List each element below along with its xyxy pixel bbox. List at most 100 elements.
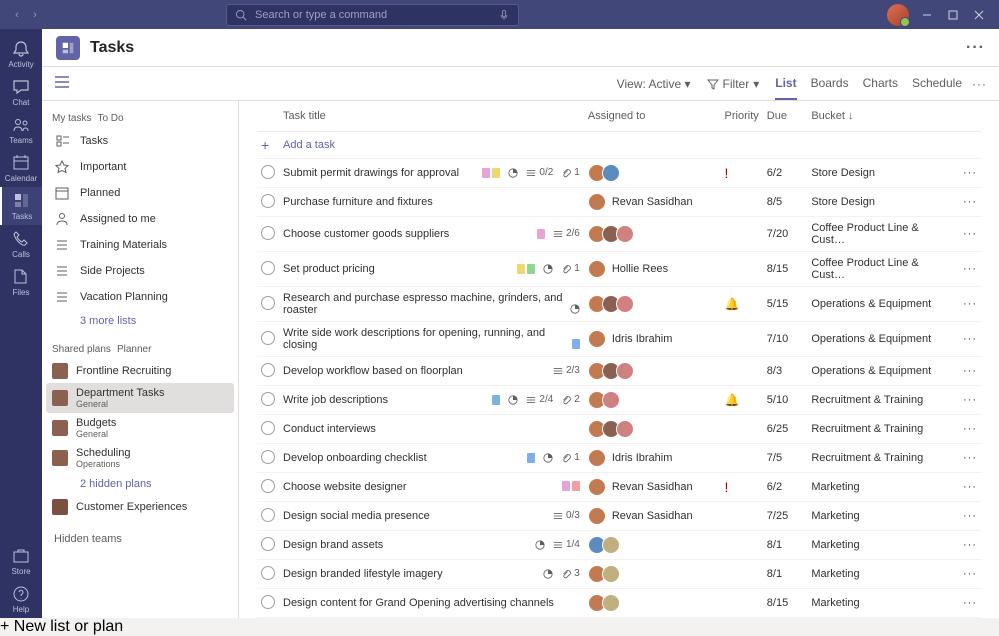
- row-more-icon[interactable]: ···: [957, 444, 981, 473]
- task-row[interactable]: Choose website designerRevan Sasidhan!6/…: [257, 473, 981, 502]
- sidebar-list-tasks[interactable]: Tasks: [46, 128, 234, 154]
- col-title[interactable]: Task title: [279, 101, 584, 132]
- new-list-button[interactable]: + New list or plan: [0, 618, 999, 636]
- complete-circle[interactable]: [261, 537, 275, 551]
- task-due: 8/1: [763, 531, 808, 560]
- tab-list[interactable]: List: [775, 68, 796, 100]
- minimize-icon[interactable]: [921, 9, 933, 21]
- mic-icon[interactable]: [498, 9, 510, 21]
- close-icon[interactable]: [973, 9, 985, 21]
- help-icon: [12, 585, 30, 603]
- complete-circle[interactable]: [261, 421, 275, 435]
- hidden-teams-label[interactable]: Hidden teams: [46, 527, 234, 551]
- row-more-icon[interactable]: ···: [957, 386, 981, 415]
- tab-schedule[interactable]: Schedule: [912, 68, 962, 100]
- sidebar-plan-department-tasks[interactable]: Department TasksGeneral: [46, 383, 234, 413]
- row-more-icon[interactable]: ···: [957, 217, 981, 252]
- complete-circle[interactable]: [261, 450, 275, 464]
- sidebar-list-training-materials[interactable]: Training Materials: [46, 232, 234, 258]
- task-row[interactable]: Develop workflow based on floorplan2/38/…: [257, 357, 981, 386]
- task-row[interactable]: Conduct interviews6/25Recruitment & Trai…: [257, 415, 981, 444]
- user-avatar[interactable]: [887, 4, 909, 26]
- row-more-icon[interactable]: ···: [957, 322, 981, 357]
- row-more-icon[interactable]: ···: [957, 473, 981, 502]
- row-more-icon[interactable]: ···: [957, 159, 981, 188]
- task-row[interactable]: Purchase furniture and fixturesRevan Sas…: [257, 188, 981, 217]
- col-bucket[interactable]: Bucket ↓: [807, 101, 957, 132]
- sidebar-list-vacation-planning[interactable]: Vacation Planning: [46, 284, 234, 310]
- row-more-icon[interactable]: ···: [957, 287, 981, 322]
- row-more-icon[interactable]: ···: [957, 589, 981, 618]
- complete-circle[interactable]: [261, 479, 275, 493]
- task-row[interactable]: Develop onboarding checklist1Idris Ibrah…: [257, 444, 981, 473]
- sidebar-plan-customer[interactable]: Customer Experiences: [46, 495, 234, 519]
- view-dropdown[interactable]: View: Active ▾: [617, 77, 691, 91]
- maximize-icon[interactable]: [947, 9, 959, 21]
- rail-files[interactable]: Files: [0, 263, 42, 301]
- nav-forward-icon[interactable]: ›: [28, 9, 42, 21]
- toolbar-more-icon[interactable]: ···: [972, 77, 987, 91]
- complete-circle[interactable]: [261, 226, 275, 240]
- task-row[interactable]: Design brand assets1/48/1Marketing···: [257, 531, 981, 560]
- task-title: Set product pricing1: [279, 252, 584, 287]
- rail-help[interactable]: Help: [0, 580, 42, 618]
- task-row[interactable]: Set product pricing1Hollie Rees8/15Coffe…: [257, 252, 981, 287]
- col-priority[interactable]: Priority: [721, 101, 763, 132]
- rail-activity[interactable]: Activity: [0, 35, 42, 73]
- tab-boards[interactable]: Boards: [811, 68, 849, 100]
- row-more-icon[interactable]: ···: [957, 415, 981, 444]
- task-bucket: Marketing: [807, 531, 957, 560]
- task-due: 8/15: [763, 589, 808, 618]
- task-row[interactable]: Write job descriptions2/42🔔5/10Recruitme…: [257, 386, 981, 415]
- rail-teams[interactable]: Teams: [0, 111, 42, 149]
- complete-circle[interactable]: [261, 363, 275, 377]
- filter-button[interactable]: Filter ▾: [707, 77, 760, 91]
- complete-circle[interactable]: [261, 331, 275, 345]
- row-more-icon[interactable]: ···: [957, 252, 981, 287]
- task-row[interactable]: Research and purchase espresso machine, …: [257, 287, 981, 322]
- row-more-icon[interactable]: ···: [957, 357, 981, 386]
- col-assigned[interactable]: Assigned to: [584, 101, 721, 132]
- task-row[interactable]: Submit permit drawings for approval0/21!…: [257, 159, 981, 188]
- task-row[interactable]: Design social media presence0/3Revan Sas…: [257, 502, 981, 531]
- search-input[interactable]: Search or type a command: [226, 4, 519, 26]
- task-row[interactable]: Choose customer goods suppliers2/67/20Co…: [257, 217, 981, 252]
- sidebar-plan-frontline-recruiting[interactable]: Frontline Recruiting: [46, 359, 234, 383]
- complete-circle[interactable]: [261, 194, 275, 208]
- rail-store[interactable]: Store: [0, 542, 42, 580]
- sidebar-list-side-projects[interactable]: Side Projects: [46, 258, 234, 284]
- rail-calls[interactable]: Calls: [0, 225, 42, 263]
- sidebar-plan-scheduling[interactable]: SchedulingOperations: [46, 443, 234, 473]
- complete-circle[interactable]: [261, 296, 275, 310]
- nav-back-icon[interactable]: ‹: [10, 9, 24, 21]
- complete-circle[interactable]: [261, 566, 275, 580]
- rail-calendar[interactable]: Calendar: [0, 149, 42, 187]
- row-more-icon[interactable]: ···: [957, 531, 981, 560]
- complete-circle[interactable]: [261, 261, 275, 275]
- sidebar-list-planned[interactable]: Planned: [46, 180, 234, 206]
- rail-tasks[interactable]: Tasks: [0, 187, 42, 225]
- add-task-row[interactable]: + Add a task: [257, 132, 981, 159]
- assignee-name: Revan Sasidhan: [612, 481, 693, 493]
- rail-chat[interactable]: Chat: [0, 73, 42, 111]
- row-more-icon[interactable]: ···: [957, 560, 981, 589]
- sidebar-list-important[interactable]: Important: [46, 154, 234, 180]
- task-row[interactable]: Design content for Grand Opening adverti…: [257, 589, 981, 618]
- task-row[interactable]: Design branded lifestyle imagery38/1Mark…: [257, 560, 981, 589]
- complete-circle[interactable]: [261, 595, 275, 609]
- task-title: Purchase furniture and fixtures: [279, 188, 584, 217]
- complete-circle[interactable]: [261, 508, 275, 522]
- task-row[interactable]: Write side work descriptions for opening…: [257, 322, 981, 357]
- header-more-icon[interactable]: ···: [966, 39, 985, 57]
- more-lists-link[interactable]: 3 more lists: [46, 310, 234, 332]
- sidebar-plan-budgets[interactable]: BudgetsGeneral: [46, 413, 234, 443]
- col-due[interactable]: Due: [763, 101, 808, 132]
- complete-circle[interactable]: [261, 165, 275, 179]
- row-more-icon[interactable]: ···: [957, 502, 981, 531]
- hamburger-icon[interactable]: [54, 75, 70, 92]
- complete-circle[interactable]: [261, 392, 275, 406]
- sidebar-list-assigned-to-me[interactable]: Assigned to me: [46, 206, 234, 232]
- tab-charts[interactable]: Charts: [863, 68, 898, 100]
- row-more-icon[interactable]: ···: [957, 188, 981, 217]
- hidden-plans-link[interactable]: 2 hidden plans: [46, 473, 234, 495]
